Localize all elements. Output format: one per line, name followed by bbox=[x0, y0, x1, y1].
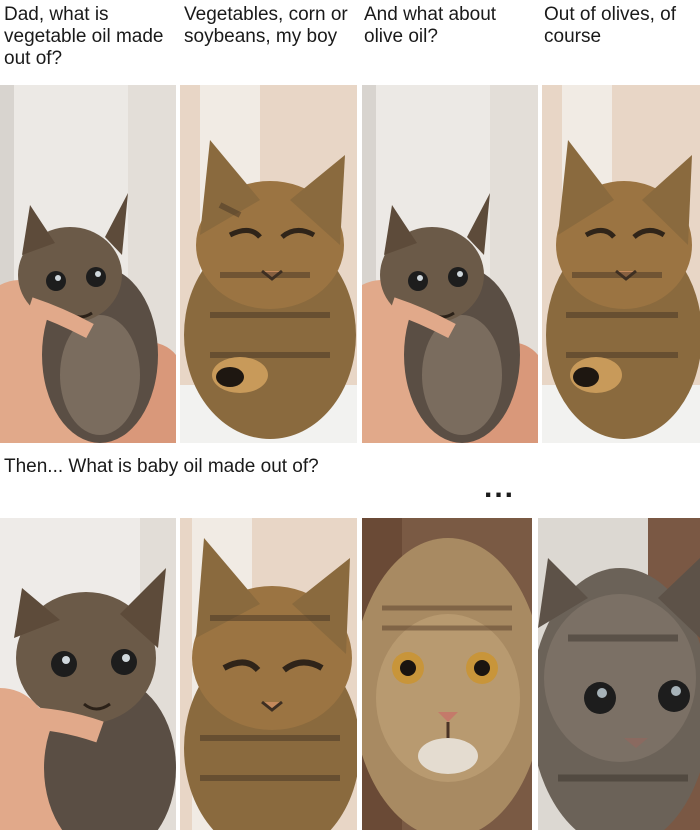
caption-dad-answer-1: Vegetables, corn or soybeans, my boy bbox=[184, 4, 348, 47]
caption-son-question-3: Then... What is baby oil made out of? bbox=[4, 456, 319, 477]
ellipsis: ... bbox=[484, 471, 516, 504]
kitten-held-photo-2 bbox=[362, 85, 538, 443]
kitten-held-closeup-photo bbox=[0, 518, 176, 830]
kitten-held-photo-1 bbox=[0, 85, 176, 443]
caption-son-question-1: Dad, what is vegetable oil made out of? bbox=[4, 4, 164, 69]
caption-son-question-2: And what about olive oil? bbox=[364, 4, 497, 47]
grumpy-cat-photo-2 bbox=[542, 85, 700, 443]
shocked-cat-photo bbox=[362, 518, 532, 830]
caption-dad-answer-2: Out of olives, of course bbox=[544, 4, 677, 47]
grumpy-cat-closeup-photo bbox=[180, 518, 357, 830]
sad-kitten-photo bbox=[538, 518, 700, 830]
grumpy-cat-photo-1 bbox=[180, 85, 357, 443]
